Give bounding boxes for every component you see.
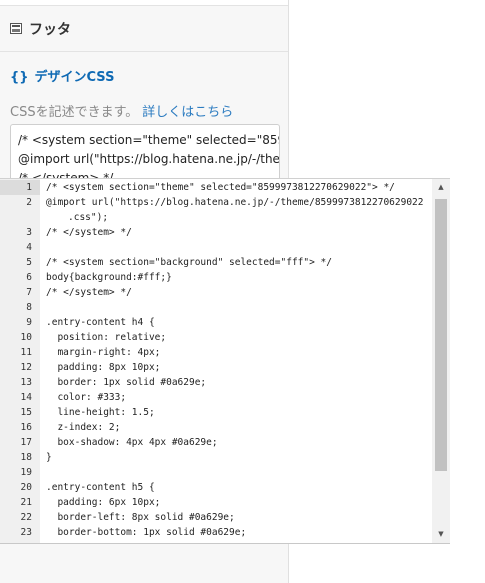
code-line[interactable]: 7 /* </system> */ — [0, 285, 432, 300]
css-textarea[interactable]: /* <system section="theme" selected="859… — [10, 124, 280, 186]
code-text: /* <system section="background" selected… — [46, 257, 332, 268]
css-code-editor[interactable]: 1 /* <system section="theme" selected="85… — [0, 178, 450, 544]
code-text: .css"); — [68, 212, 109, 223]
line-number: 17 — [20, 437, 32, 448]
code-line[interactable]: 17 box-shadow: 4px 4px #0a629e; — [0, 435, 432, 450]
code-text: box-shadow: 4px 4px #0a629e; — [46, 437, 218, 448]
line-number: 14 — [20, 392, 32, 403]
code-line[interactable]: 20 .entry-content h5 { — [0, 480, 432, 495]
line-number: 21 — [20, 497, 32, 508]
line-number: 13 — [20, 377, 32, 388]
editor-scrollbar[interactable]: ▲ ▼ — [432, 179, 450, 543]
triangle-up-icon[interactable]: ▲ — [432, 179, 450, 196]
line-number: 8 — [26, 302, 32, 313]
code-text: border: 1px solid #0a629e; — [46, 377, 207, 388]
code-line[interactable]: 22 border-left: 8px solid #0a629e; — [0, 510, 432, 525]
code-line[interactable]: 18} — [0, 450, 432, 465]
code-text: /* <system section="theme" selected="859… — [46, 182, 395, 193]
css-preview-line: @import url("https://blog.hatena.ne.jp/-… — [18, 152, 280, 166]
code-text: margin-right: 4px; — [46, 347, 161, 358]
code-line[interactable]: .css"); — [0, 210, 432, 225]
code-text: } — [46, 452, 52, 463]
code-text: padding: 8px 10px; — [46, 362, 161, 373]
code-line[interactable]: 21 padding: 6px 10px; — [0, 495, 432, 510]
line-number: 1 — [0, 180, 40, 195]
code-text: .entry-content h5 { — [46, 482, 155, 493]
code-line[interactable]: 19 — [0, 465, 432, 480]
line-number: 15 — [20, 407, 32, 418]
line-number: 11 — [20, 347, 32, 358]
code-text: /* </system> */ — [46, 227, 132, 238]
code-text: @import url("https://blog.hatena.ne.jp/-… — [46, 197, 424, 208]
triangle-down-icon[interactable]: ▼ — [432, 526, 450, 543]
line-number: 12 — [20, 362, 32, 373]
code-line[interactable]: 9 .entry-content h4 { — [0, 315, 432, 330]
braces-icon: {} — [10, 70, 29, 85]
line-number: 23 — [20, 527, 32, 538]
code-line[interactable]: 16 z-index: 2; — [0, 420, 432, 435]
details-link[interactable]: 詳しくはこちら — [142, 105, 233, 120]
code-line[interactable]: 6 body{background:#fff;} — [0, 270, 432, 285]
line-number: 20 — [20, 482, 32, 493]
code-line[interactable]: 3 /* </system> */ — [0, 225, 432, 240]
code-line[interactable]: 4 — [0, 240, 432, 255]
code-line[interactable]: 12 padding: 8px 10px; — [0, 360, 432, 375]
design-css-title: デザインCSS — [34, 70, 115, 85]
code-text: padding: 6px 10px; — [46, 497, 161, 508]
code-line[interactable]: 14 color: #333; — [0, 390, 432, 405]
code-text: .entry-content h4 { — [46, 317, 155, 328]
line-number: 6 — [26, 272, 32, 283]
footer-label: フッタ — [29, 21, 71, 38]
code-text: z-index: 2; — [46, 422, 121, 433]
line-number: 9 — [26, 317, 32, 328]
code-text: /* </system> */ — [46, 287, 132, 298]
scrollbar-thumb[interactable] — [435, 199, 447, 471]
line-number: 22 — [20, 512, 32, 523]
css-helper-row: CSSを記述できます。 詳しくはこちら — [10, 101, 233, 120]
code-line[interactable]: 23 border-bottom: 1px solid #0a629e; — [0, 525, 432, 540]
code-line[interactable]: 10 position: relative; — [0, 330, 432, 345]
line-number: 2 — [26, 197, 32, 208]
code-text: line-height: 1.5; — [46, 407, 155, 418]
line-number: 16 — [20, 422, 32, 433]
code-text: body{background:#fff;} — [46, 272, 172, 283]
code-text: position: relative; — [46, 332, 167, 343]
line-number: 3 — [26, 227, 32, 238]
code-line[interactable]: 2 @import url("https://blog.hatena.ne.jp/… — [0, 195, 432, 210]
code-line[interactable]: 8 — [0, 300, 432, 315]
footer-layout-icon — [10, 23, 22, 34]
code-line[interactable]: 5 /* <system section="background" selecte… — [0, 255, 432, 270]
line-number: 5 — [26, 257, 32, 268]
code-text: border-left: 8px solid #0a629e; — [46, 512, 235, 523]
line-number: 10 — [20, 332, 32, 343]
code-line[interactable]: 1 /* <system section="theme" selected="85… — [0, 180, 432, 195]
line-number: 18 — [20, 452, 32, 463]
css-helper-text: CSSを記述できます。 — [10, 105, 139, 120]
code-line[interactable]: 11 margin-right: 4px; — [0, 345, 432, 360]
line-number: 4 — [26, 242, 32, 253]
code-text: color: #333; — [46, 392, 127, 403]
css-preview-line: /* <system section="theme" selected="859… — [18, 133, 280, 147]
code-text: border-bottom: 1px solid #0a629e; — [46, 527, 247, 538]
footer-section-header[interactable]: フッタ — [0, 6, 288, 52]
code-line[interactable]: 15 line-height: 1.5; — [0, 405, 432, 420]
design-css-heading: {} デザインCSS — [10, 66, 114, 85]
code-line[interactable]: 13 border: 1px solid #0a629e; — [0, 375, 432, 390]
line-number: 19 — [20, 467, 32, 478]
line-number: 7 — [26, 287, 32, 298]
